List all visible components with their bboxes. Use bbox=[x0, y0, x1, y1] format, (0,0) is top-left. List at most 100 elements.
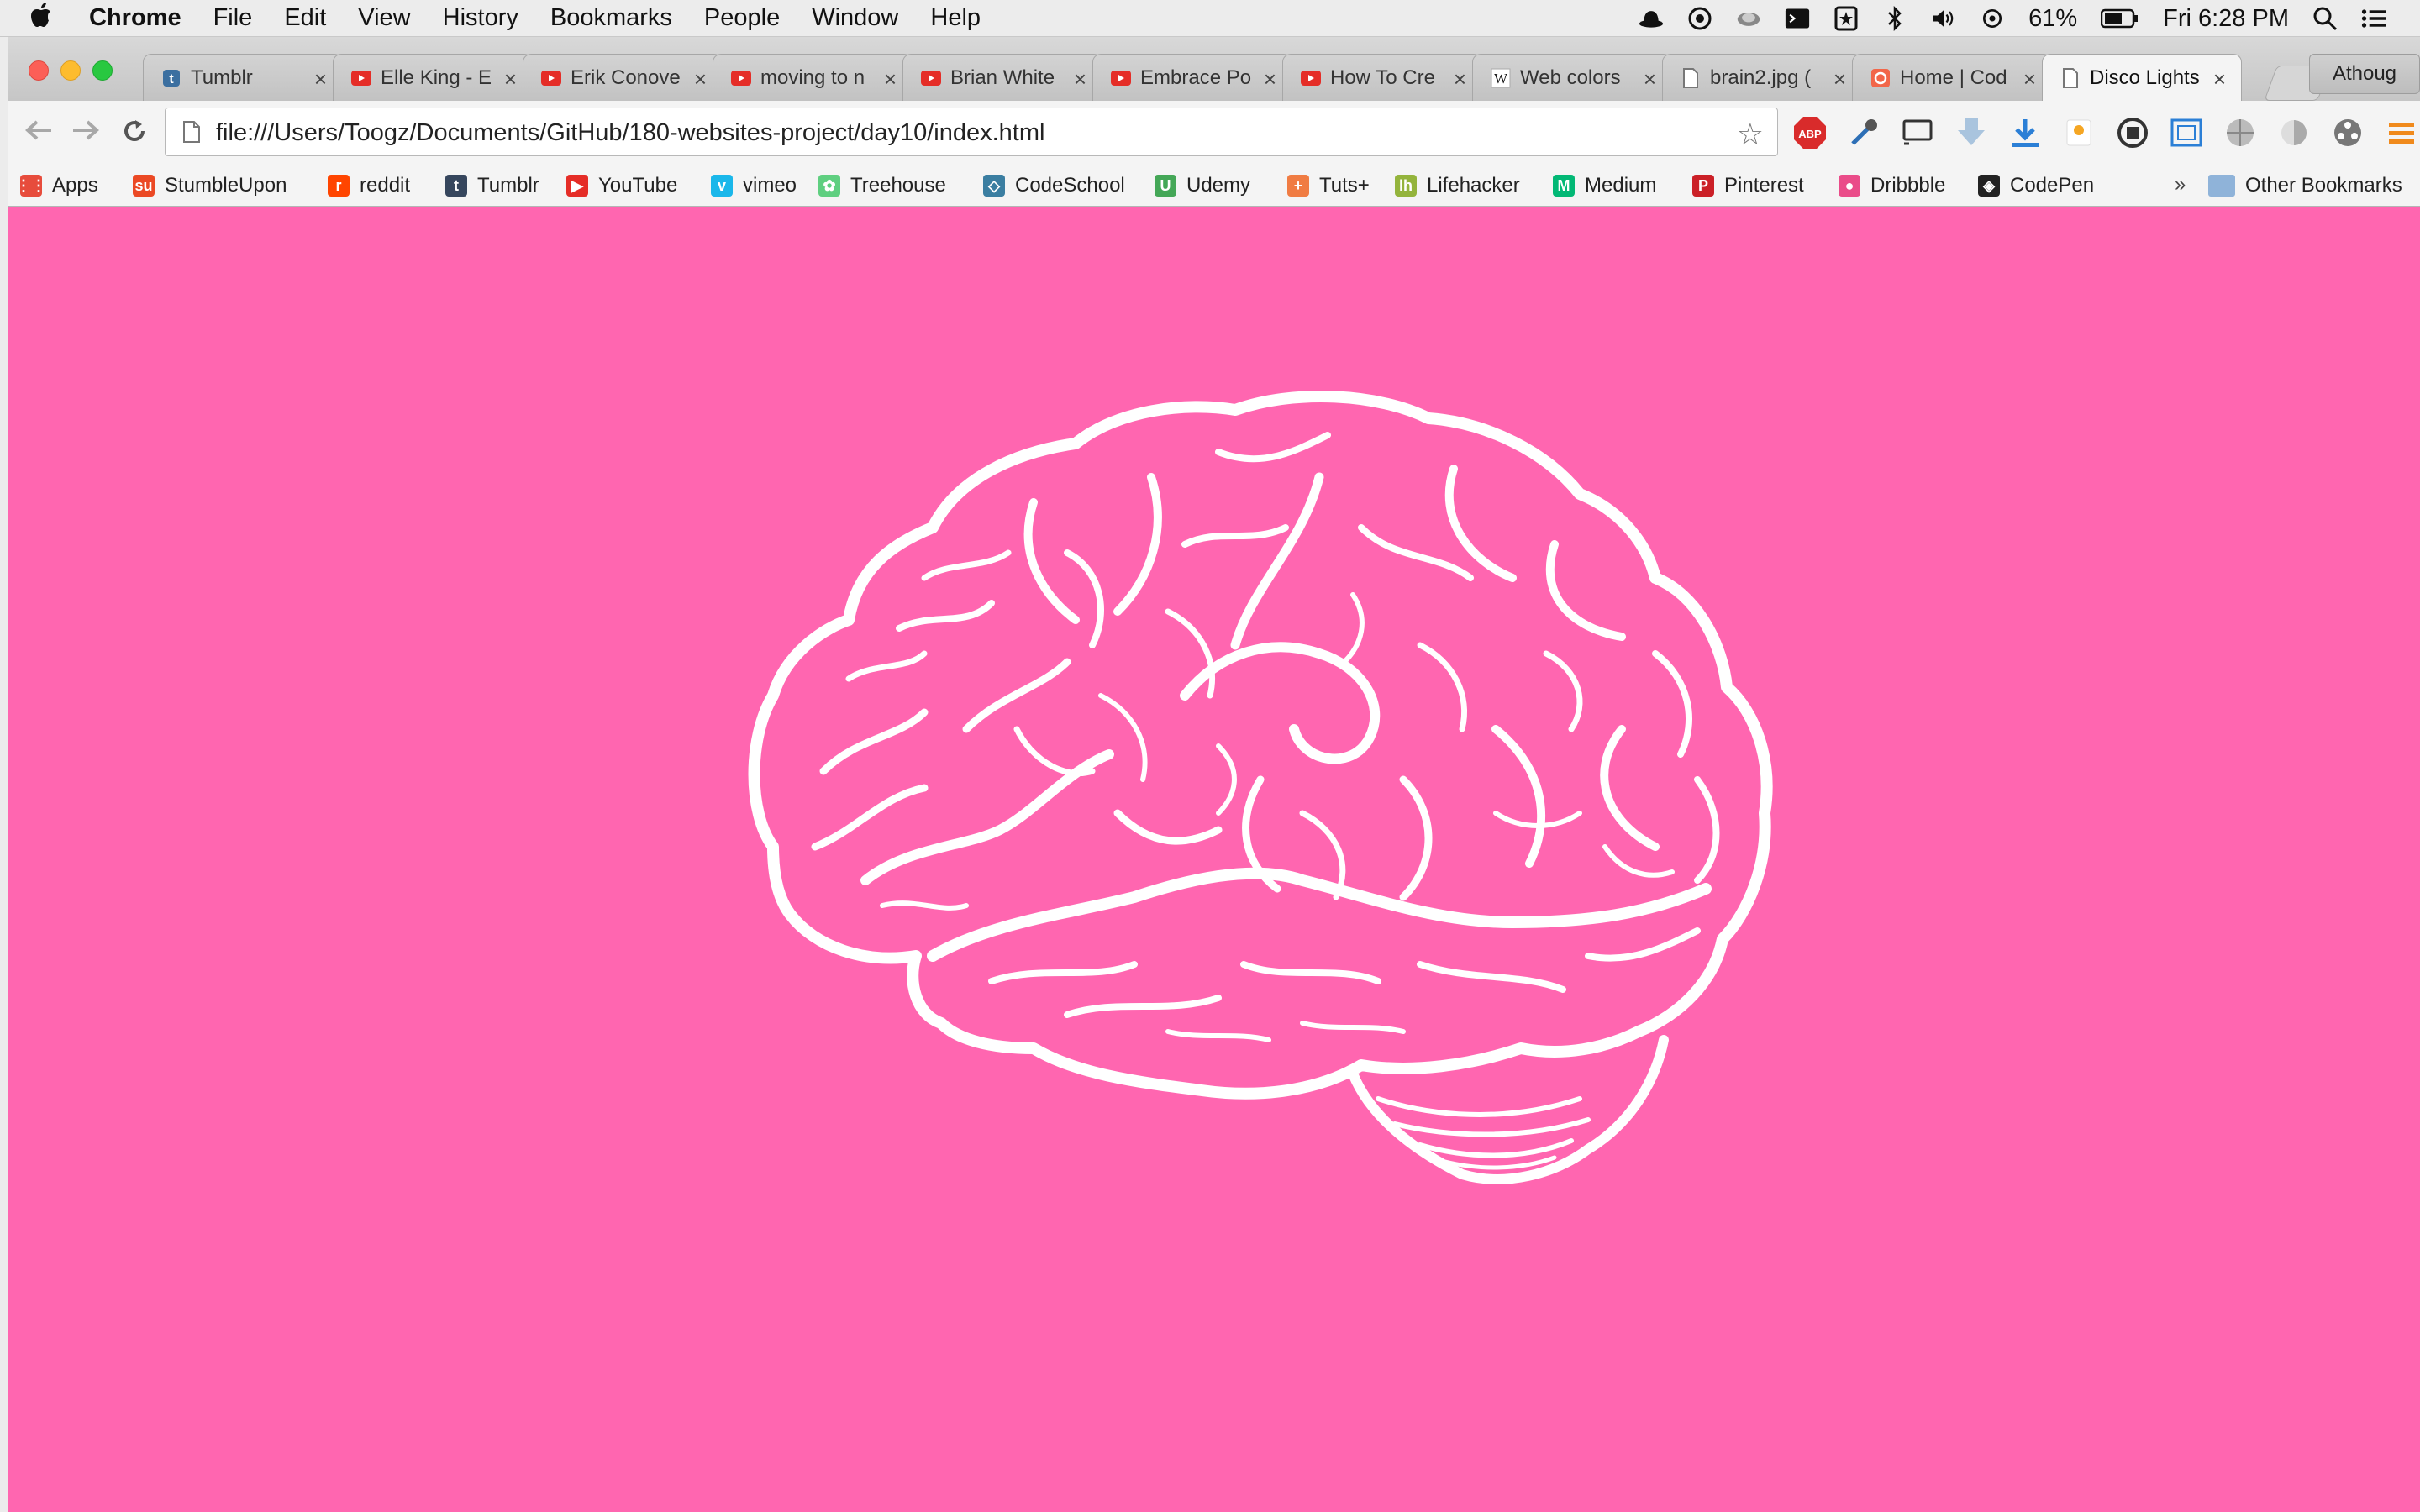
bookmark-label: Medium bbox=[1585, 174, 1657, 197]
tab[interactable]: Erik Conove × bbox=[523, 54, 723, 101]
codecademy-icon bbox=[1870, 67, 1891, 89]
bookmark-star-icon[interactable]: ☆ bbox=[1737, 117, 1764, 152]
bookmark-reddit[interactable]: r reddit bbox=[328, 173, 410, 198]
chrome-menu-icon[interactable] bbox=[2383, 114, 2420, 151]
bookmark-tuts-[interactable]: + Tuts+ bbox=[1287, 173, 1370, 198]
bookmark-apps[interactable]: ⋮⋮ Apps bbox=[16, 173, 98, 198]
eye-icon[interactable] bbox=[1687, 6, 1712, 31]
cast-icon[interactable] bbox=[1899, 114, 1936, 151]
youtube-icon: ▶ bbox=[566, 175, 588, 197]
tab[interactable]: W Web colors × bbox=[1472, 54, 1672, 101]
window-maximize-button[interactable] bbox=[92, 60, 113, 81]
menu-history[interactable]: History bbox=[443, 4, 518, 32]
bookmark-dribbble[interactable]: ● Dribbble bbox=[1839, 173, 1945, 198]
bookmark-label: reddit bbox=[360, 174, 411, 197]
bookmark-vimeo[interactable]: v vimeo bbox=[711, 173, 797, 198]
hangouts-notify-icon[interactable] bbox=[2060, 114, 2097, 151]
apple-menu-icon[interactable] bbox=[30, 2, 81, 34]
tab-title: Elle King - E bbox=[381, 66, 492, 89]
menu-window[interactable]: Window bbox=[812, 4, 898, 32]
screen-capture-icon[interactable] bbox=[2168, 114, 2205, 151]
bookmark-udemy[interactable]: U Udemy bbox=[1155, 173, 1250, 198]
tumblr-icon: t bbox=[445, 175, 467, 197]
tab-close-icon[interactable]: × bbox=[504, 66, 517, 92]
tab-close-icon[interactable]: × bbox=[1454, 66, 1466, 92]
tab[interactable]: t Tumblr × bbox=[143, 54, 343, 101]
bookmark-tumblr[interactable]: t Tumblr bbox=[445, 173, 539, 198]
globe-icon[interactable] bbox=[2222, 114, 2259, 151]
tab[interactable]: brain2.jpg (× bbox=[1662, 54, 1862, 101]
bookmark-codeschool[interactable]: ◇ CodeSchool bbox=[983, 173, 1125, 198]
reload-icon[interactable] bbox=[119, 118, 150, 148]
record-stop-icon[interactable] bbox=[2114, 114, 2151, 151]
tab-close-icon[interactable]: × bbox=[1833, 66, 1846, 92]
bookmark-youtube[interactable]: ▶ YouTube bbox=[566, 173, 677, 198]
tab-active[interactable]: Disco Lights × bbox=[2042, 54, 2242, 101]
vimeo-icon: v bbox=[711, 175, 733, 197]
tab-close-icon[interactable]: × bbox=[1074, 66, 1086, 92]
forward-arrow-icon[interactable] bbox=[71, 118, 101, 148]
tab[interactable]: moving to n × bbox=[713, 54, 913, 101]
menu-people[interactable]: People bbox=[704, 4, 780, 32]
tab-close-icon[interactable]: × bbox=[2213, 66, 2226, 92]
download-icon[interactable] bbox=[2007, 114, 2044, 151]
half-circle-icon[interactable] bbox=[2275, 114, 2312, 151]
page-icon bbox=[182, 120, 201, 144]
tab[interactable]: Embrace Po × bbox=[1092, 54, 1292, 101]
tab-close-icon[interactable]: × bbox=[1644, 66, 1656, 92]
adblock-plus-icon[interactable]: ABP bbox=[1791, 114, 1828, 151]
address-bar[interactable]: file:///Users/Toogz/Documents/GitHub/180… bbox=[165, 108, 1778, 156]
tab-close-icon[interactable]: × bbox=[2023, 66, 2036, 92]
bookmarks-overflow-chevron-icon[interactable]: » bbox=[2175, 173, 2186, 197]
tab-close-icon[interactable]: × bbox=[1264, 66, 1276, 92]
volume-icon[interactable] bbox=[1931, 6, 1956, 31]
tab[interactable]: How To Cre × bbox=[1282, 54, 1482, 101]
menubar-clock[interactable]: Fri 6:28 PM bbox=[2163, 5, 2289, 33]
notification-center-icon[interactable] bbox=[2361, 6, 2386, 31]
bowler-hat-icon[interactable] bbox=[1639, 6, 1664, 31]
cloud-app-icon[interactable] bbox=[1736, 6, 1761, 31]
bookmark-medium[interactable]: M Medium bbox=[1553, 173, 1656, 198]
bookmark-pinterest[interactable]: P Pinterest bbox=[1692, 173, 1804, 198]
bluetooth-icon[interactable] bbox=[1882, 6, 1907, 31]
tab[interactable]: Elle King - E × bbox=[333, 54, 533, 101]
bookmark-lifehacker[interactable]: lh Lifehacker bbox=[1395, 173, 1520, 198]
tab-close-icon[interactable]: × bbox=[694, 66, 707, 92]
bookmark-codepen[interactable]: ◈ CodePen bbox=[1978, 173, 2094, 198]
bookmark-star-icon[interactable] bbox=[1833, 6, 1859, 31]
spotlight-search-icon[interactable] bbox=[2312, 6, 2338, 31]
tab[interactable]: Home | Cod × bbox=[1852, 54, 2052, 101]
profile-button[interactable]: Athoug bbox=[2309, 54, 2420, 94]
youtube-icon bbox=[540, 67, 562, 89]
terminal-icon[interactable] bbox=[1785, 6, 1810, 31]
menu-help[interactable]: Help bbox=[930, 4, 981, 32]
tab[interactable]: Brian White × bbox=[902, 54, 1102, 101]
window-minimize-button[interactable] bbox=[60, 60, 81, 81]
wifi-sync-icon[interactable] bbox=[1980, 6, 2005, 31]
bookmark-label: Apps bbox=[52, 174, 98, 197]
other-bookmarks-folder[interactable]: Other Bookmarks bbox=[2208, 173, 2402, 198]
window-close-button[interactable] bbox=[29, 60, 49, 81]
bookmark-treehouse[interactable]: ✿ Treehouse bbox=[818, 173, 946, 198]
bookmark-stumbleupon[interactable]: su StumbleUpon bbox=[133, 173, 287, 198]
bookmark-label: CodePen bbox=[2010, 174, 2095, 197]
menu-file[interactable]: File bbox=[213, 4, 253, 32]
tab-close-icon[interactable]: × bbox=[314, 66, 327, 92]
film-reel-icon[interactable] bbox=[2329, 114, 2366, 151]
menu-chrome[interactable]: Chrome bbox=[89, 4, 182, 32]
youtube-icon bbox=[1110, 67, 1132, 89]
menu-view[interactable]: View bbox=[358, 4, 410, 32]
battery-icon[interactable] bbox=[2101, 6, 2139, 31]
menu-edit[interactable]: Edit bbox=[284, 4, 326, 32]
back-arrow-icon[interactable] bbox=[24, 118, 54, 148]
eyedropper-icon[interactable] bbox=[1845, 114, 1882, 151]
download-arrow-light-icon[interactable] bbox=[1953, 114, 1990, 151]
tabs-container: t Tumblr × Elle King - E × Erik Conove × moving… bbox=[143, 54, 2269, 101]
codepen-icon: ◈ bbox=[1978, 175, 2000, 197]
menu-bookmarks[interactable]: Bookmarks bbox=[550, 4, 672, 32]
codeschool-icon: ◇ bbox=[983, 175, 1005, 197]
url-text[interactable]: file:///Users/Toogz/Documents/GitHub/180… bbox=[216, 119, 1044, 147]
bookmark-label: Pinterest bbox=[1724, 174, 1804, 197]
youtube-icon bbox=[350, 67, 372, 89]
tab-close-icon[interactable]: × bbox=[884, 66, 897, 92]
